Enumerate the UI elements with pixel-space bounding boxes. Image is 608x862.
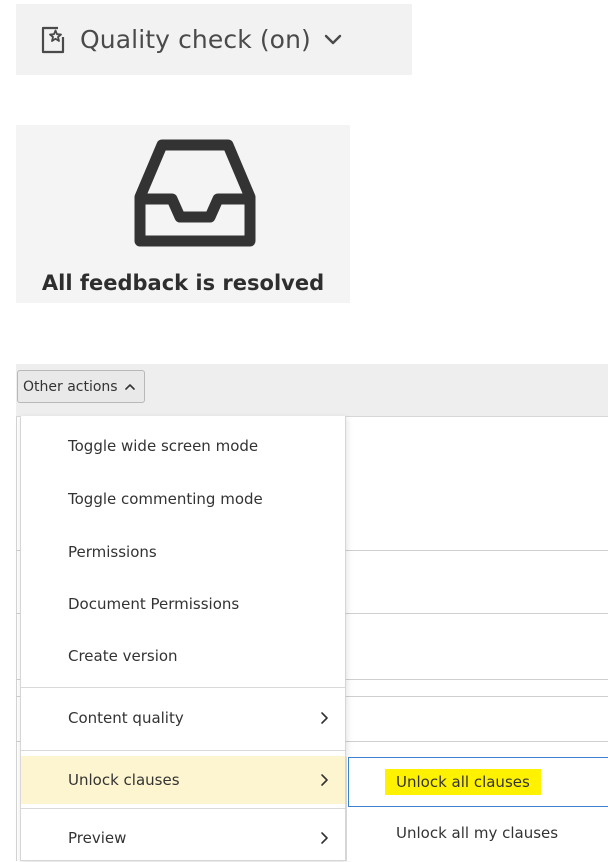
other-actions-label: Other actions bbox=[23, 378, 118, 395]
quality-check-label: Quality check (on) bbox=[80, 25, 311, 54]
document-toolbar: Other actions bbox=[16, 364, 608, 417]
page-border bbox=[16, 416, 17, 861]
chevron-right-icon bbox=[320, 831, 329, 845]
menu-item-content-quality[interactable]: Content quality bbox=[21, 694, 345, 742]
menu-item-toggle-commenting[interactable]: Toggle commenting mode bbox=[21, 475, 345, 523]
menu-item-label: Toggle commenting mode bbox=[68, 490, 263, 508]
menu-divider bbox=[21, 687, 345, 688]
inbox-tray-icon bbox=[132, 137, 258, 255]
menu-item-permissions[interactable]: Permissions bbox=[21, 528, 345, 576]
menu-item-label: Preview bbox=[68, 829, 127, 847]
other-actions-button[interactable]: Other actions bbox=[17, 370, 145, 403]
menu-item-label: Content quality bbox=[68, 709, 184, 727]
menu-item-create-version[interactable]: Create version bbox=[21, 632, 345, 680]
submenu-item-label: Unlock all clauses bbox=[385, 769, 541, 795]
chevron-right-icon bbox=[320, 711, 329, 725]
chevron-right-icon bbox=[320, 773, 329, 787]
submenu-item-label: Unlock all my clauses bbox=[396, 824, 559, 842]
chevron-up-icon bbox=[124, 381, 136, 393]
menu-item-unlock-clauses[interactable]: Unlock clauses bbox=[21, 756, 345, 804]
feedback-empty-state: All feedback is resolved bbox=[16, 125, 350, 303]
menu-item-label: Unlock clauses bbox=[68, 771, 180, 789]
menu-divider bbox=[21, 750, 345, 751]
menu-item-label: Document Permissions bbox=[68, 595, 240, 613]
quality-check-dropdown[interactable]: Quality check (on) bbox=[16, 4, 412, 75]
submenu-item-unlock-all-clauses[interactable]: Unlock all clauses bbox=[347, 758, 608, 806]
menu-item-toggle-wide-screen[interactable]: Toggle wide screen mode bbox=[21, 422, 345, 470]
menu-item-preview[interactable]: Preview bbox=[21, 814, 345, 862]
unlock-clauses-submenu: Unlock all clauses Unlock all my clauses bbox=[346, 757, 608, 861]
menu-item-label: Create version bbox=[68, 647, 178, 665]
menu-divider bbox=[21, 808, 345, 809]
document-star-icon bbox=[38, 25, 68, 55]
feedback-empty-message: All feedback is resolved bbox=[41, 271, 325, 295]
other-actions-menu: Toggle wide screen mode Toggle commentin… bbox=[20, 416, 346, 861]
menu-item-label: Permissions bbox=[68, 543, 157, 561]
menu-item-document-permissions[interactable]: Document Permissions bbox=[21, 580, 345, 628]
submenu-item-unlock-all-my-clauses[interactable]: Unlock all my clauses bbox=[347, 809, 608, 857]
menu-item-label: Toggle wide screen mode bbox=[68, 437, 259, 455]
chevron-down-icon bbox=[323, 30, 343, 50]
